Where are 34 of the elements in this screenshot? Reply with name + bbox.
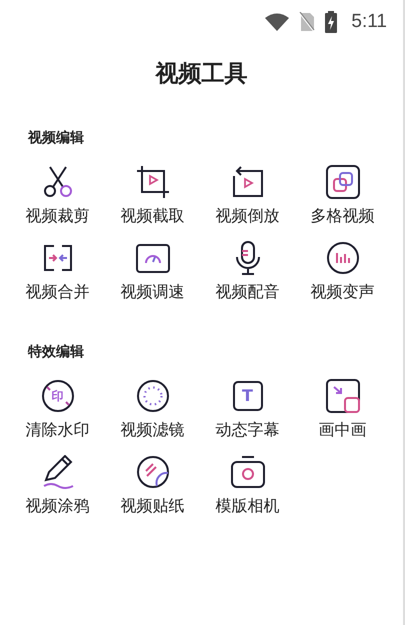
section-heading: 视频编辑 (28, 129, 85, 147)
sound-wave-icon (326, 241, 360, 275)
speedometer-icon (136, 241, 170, 275)
reverse-play-icon (230, 165, 264, 199)
tool-button[interactable]: 视频配音 (200, 241, 295, 303)
caption-icon: T (230, 379, 264, 413)
tool-button[interactable]: 视频涂鸦 (10, 455, 105, 517)
stamp-icon: 印 (40, 379, 74, 413)
sticker-icon (136, 455, 170, 489)
battery-charging-icon (325, 11, 338, 33)
overlapping-squares-icon (326, 165, 360, 199)
tool-button[interactable]: T 动态字幕 (200, 379, 295, 441)
tool-button[interactable]: 多格视频 (295, 165, 390, 227)
section-heading: 特效编辑 (28, 343, 85, 361)
tool-button[interactable]: 画中画 (295, 379, 390, 441)
no-sim-icon (299, 12, 316, 32)
tool-button[interactable]: 印 清除水印 (10, 379, 105, 441)
tool-button[interactable]: 视频截取 (105, 165, 200, 227)
wifi-icon (265, 13, 290, 31)
status-time: 5:11 (351, 11, 387, 33)
tool-button[interactable]: 视频调速 (105, 241, 200, 303)
tool-button[interactable]: 视频贴纸 (105, 455, 200, 517)
camera-icon (230, 455, 264, 489)
tool-button[interactable]: 视频变声 (295, 241, 390, 303)
filter-icon (136, 379, 170, 413)
page-title: 视频工具 (154, 60, 248, 89)
tool-button[interactable]: 视频倒放 (200, 165, 295, 227)
tool-button[interactable]: 视频裁剪 (10, 165, 105, 227)
tool-button[interactable]: 视频滤镜 (105, 379, 200, 441)
tool-button[interactable]: 模版相机 (200, 455, 295, 517)
picture-in-picture-icon (326, 379, 360, 413)
pencil-icon (40, 455, 74, 489)
tool-button[interactable]: 视频合并 (10, 241, 105, 303)
crop-icon (136, 165, 170, 199)
